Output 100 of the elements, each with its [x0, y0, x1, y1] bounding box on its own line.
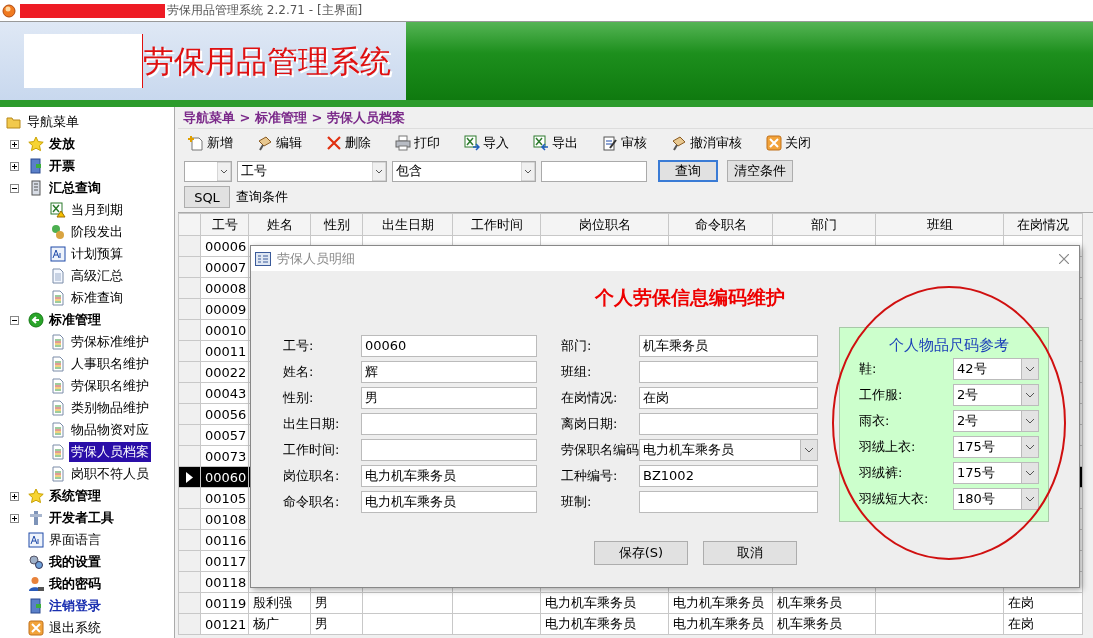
field-label: 命令职名:	[283, 493, 341, 511]
column-header[interactable]: 命令职名	[668, 213, 773, 236]
tree-item[interactable]: 类别物品维护	[69, 398, 151, 418]
dropdown[interactable]	[184, 160, 232, 182]
table-cell: 电力机车乘务员	[668, 592, 773, 614]
save-button[interactable]: 保存(S)	[594, 541, 688, 565]
dropdown[interactable]: 包含	[392, 160, 536, 182]
row-header[interactable]	[178, 466, 201, 488]
field-label: 性别:	[283, 389, 315, 407]
column-header[interactable]: 岗位职名	[540, 213, 669, 236]
toolbar-button[interactable]: 打印	[391, 134, 444, 152]
column-header[interactable]: 姓名	[248, 213, 311, 236]
expand-icon[interactable]	[10, 139, 19, 149]
input-field[interactable]	[639, 413, 818, 435]
dropdown[interactable]: 42号	[953, 358, 1039, 380]
toolbar-button[interactable]: 审核	[598, 134, 651, 152]
dropdown[interactable]: 175号	[953, 462, 1039, 484]
expand-icon[interactable]	[10, 161, 19, 171]
input-field[interactable]: 男	[361, 387, 537, 409]
input-field[interactable]: BZ1002	[639, 465, 818, 487]
collapse-icon[interactable]	[10, 183, 19, 193]
toolbar-button[interactable]: 导入	[460, 134, 513, 152]
dropdown[interactable]: 2号	[953, 410, 1039, 432]
dropdown[interactable]: 180号	[953, 488, 1039, 510]
collapse-icon[interactable]	[10, 315, 19, 325]
tree-item[interactable]: 劳保人员档案	[69, 442, 151, 462]
tree-item[interactable]: 开票	[47, 156, 77, 176]
column-header[interactable]: 工号	[200, 213, 249, 236]
edit-document-icon	[602, 135, 618, 151]
tree-item[interactable]: 注销登录	[47, 596, 103, 616]
column-header[interactable]: 性别	[310, 213, 363, 236]
input-field[interactable]: 00060	[361, 335, 537, 357]
cancel-button[interactable]: 取消	[703, 541, 797, 565]
column-header[interactable]: 部门	[772, 213, 876, 236]
tree-item[interactable]: 开发者工具	[47, 508, 116, 528]
tree-item[interactable]: 阶段发出	[69, 222, 125, 242]
field-label: 出生日期:	[283, 415, 341, 433]
tree-item[interactable]: 当月到期	[69, 200, 125, 220]
field-label: 鞋:	[859, 360, 878, 378]
dropdown[interactable]: 电力机车乘务员	[639, 439, 818, 461]
tree-item[interactable]: 标准管理	[47, 310, 103, 330]
field-label: 羽绒裤:	[859, 464, 904, 482]
tree-item[interactable]: 系统管理	[47, 486, 103, 506]
tree-item[interactable]: 汇总查询	[47, 178, 103, 198]
tree-item[interactable]: 岗职不符人员	[69, 464, 151, 484]
tree-item[interactable]: 我的设置	[47, 552, 103, 572]
tree-item[interactable]: 高级汇总	[69, 266, 125, 286]
table-cell: 00117	[200, 550, 249, 572]
tree-item[interactable]: 界面语言	[47, 530, 103, 550]
form-icon	[255, 251, 271, 266]
input-field[interactable]	[361, 413, 537, 435]
input-field[interactable]: 在岗	[639, 387, 818, 409]
chevron-down-icon	[1025, 418, 1035, 424]
dropdown[interactable]: 2号	[953, 384, 1039, 406]
dropdown[interactable]: 工号	[237, 160, 387, 182]
expand-icon[interactable]	[10, 513, 19, 523]
column-header[interactable]: 工作时间	[452, 213, 541, 236]
tree-item[interactable]: 导航菜单	[25, 112, 81, 132]
input-field[interactable]	[639, 491, 818, 513]
query-button[interactable]: 查询	[658, 160, 718, 182]
toolbar-button[interactable]: 新增	[184, 134, 237, 152]
tree-item[interactable]: 人事职名维护	[69, 354, 151, 374]
table-cell: 00011	[200, 340, 249, 362]
toolbar-button[interactable]: 导出	[529, 134, 582, 152]
input-field[interactable]: 电力机车乘务员	[361, 465, 537, 487]
table-cell: 杨广	[248, 613, 311, 635]
table-cell: 男	[310, 592, 363, 614]
tree-item[interactable]: 劳保职名维护	[69, 376, 151, 396]
toolbar-button[interactable]: 撤消审核	[667, 134, 746, 152]
column-header[interactable]: 出生日期	[362, 213, 453, 236]
clear-button[interactable]: 清空条件	[727, 160, 793, 182]
chevron-down-icon	[372, 161, 386, 181]
search-field[interactable]	[541, 160, 647, 182]
document-icon	[50, 466, 66, 482]
dropdown[interactable]: 175号	[953, 436, 1039, 458]
table-cell: 机车乘务员	[772, 592, 876, 614]
tree-item[interactable]: 劳保标准维护	[69, 332, 151, 352]
expand-icon[interactable]	[10, 491, 19, 501]
toolbar-button[interactable]: 删除	[322, 134, 375, 152]
toolbar-button[interactable]: 编辑	[253, 134, 306, 152]
tree-item[interactable]: 发放	[47, 134, 77, 154]
coins-icon	[50, 224, 66, 240]
input-field[interactable]: 机车乘务员	[639, 335, 818, 357]
column-header[interactable]: 班组	[875, 213, 1004, 236]
form-heading: 个人劳保信息编码维护	[594, 285, 786, 310]
toolbar-button[interactable]: 关闭	[762, 134, 815, 152]
input-field[interactable]	[639, 361, 818, 383]
sql-button[interactable]: SQL	[184, 186, 230, 208]
input-field[interactable]: 辉	[361, 361, 537, 383]
tree-item[interactable]: 标准查询	[69, 288, 125, 308]
input-field[interactable]: 电力机车乘务员	[361, 491, 537, 513]
tree-item[interactable]: 物品物资对应	[69, 420, 151, 440]
column-header[interactable]: 在岗情况	[1003, 213, 1083, 236]
table-cell: 00057	[200, 424, 249, 446]
tree-item[interactable]: 计划预算	[69, 244, 125, 264]
add-icon	[188, 135, 204, 151]
tree-item[interactable]: 我的密码	[47, 574, 103, 594]
close-icon[interactable]	[1059, 253, 1069, 264]
tree-item[interactable]: 退出系统	[47, 618, 103, 638]
input-field[interactable]	[361, 439, 537, 461]
